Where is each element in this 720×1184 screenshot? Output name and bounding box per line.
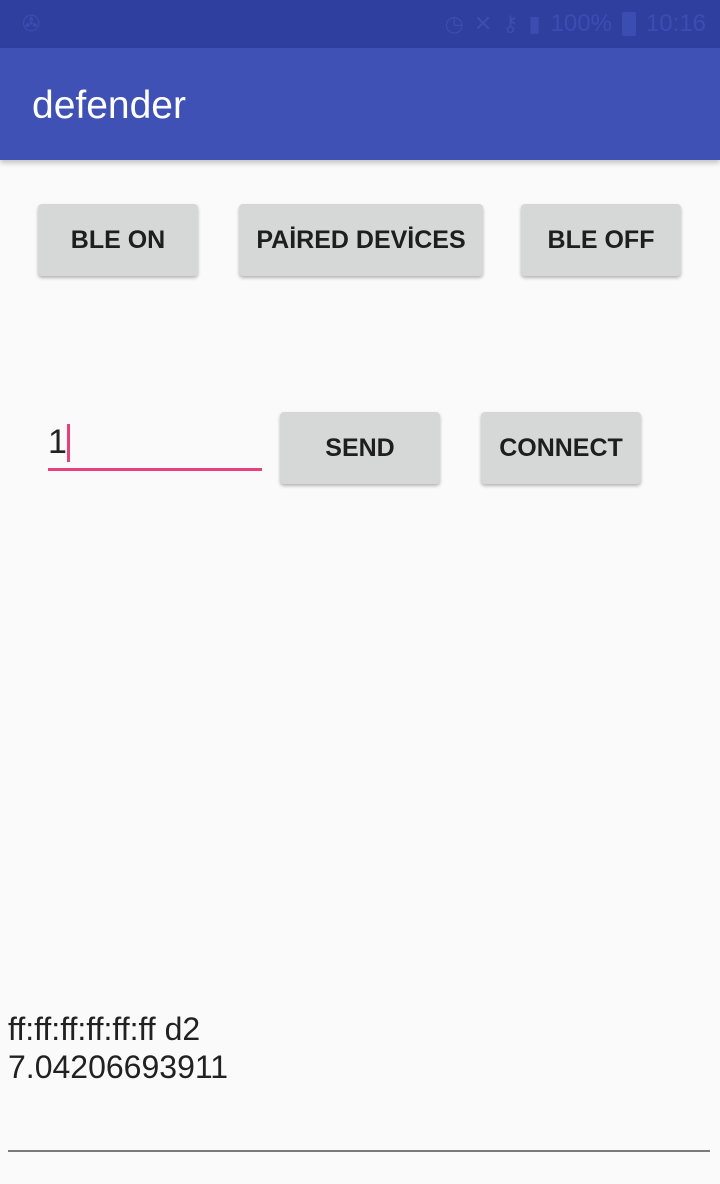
message-input-value: 1 <box>48 423 67 461</box>
battery-percent: 100% <box>550 10 612 37</box>
send-button[interactable]: SEND <box>280 412 440 484</box>
mute-icon: ✕ <box>473 11 493 36</box>
ble-on-button[interactable]: BLE ON <box>38 204 198 276</box>
notification-icon: ✇ <box>22 11 41 36</box>
app-bar: defender <box>0 48 720 160</box>
input-underline <box>48 468 262 471</box>
ble-off-button[interactable]: BLE OFF <box>521 204 681 276</box>
connect-button[interactable]: CONNECT <box>481 412 641 484</box>
device-info-line-1: ff:ff:ff:ff:ff:ff d2 <box>8 1011 201 1047</box>
text-cursor <box>67 424 70 462</box>
bottom-divider <box>8 1150 710 1152</box>
app-title: defender <box>32 84 186 127</box>
battery-icon <box>621 12 636 36</box>
alarm-icon: ◷ <box>444 11 464 36</box>
paired-devices-button[interactable]: PAİRED DEVİCES <box>239 204 483 276</box>
device-info: ff:ff:ff:ff:ff:ff d2 7.04206693911 <box>8 1010 244 1086</box>
signal-icon: ▮ <box>528 11 541 36</box>
clock: 10:16 <box>645 10 706 37</box>
vpn-key-icon: ⚷ <box>502 11 519 36</box>
device-info-line-2: 7.04206693911 <box>8 1049 229 1085</box>
message-input[interactable]: 1 <box>48 420 262 472</box>
status-icons: ◷ ✕ ⚷ ▮ 100% 10:16 <box>445 9 706 39</box>
status-bar: ✇ ◷ ✕ ⚷ ▮ 100% 10:16 <box>0 0 720 48</box>
